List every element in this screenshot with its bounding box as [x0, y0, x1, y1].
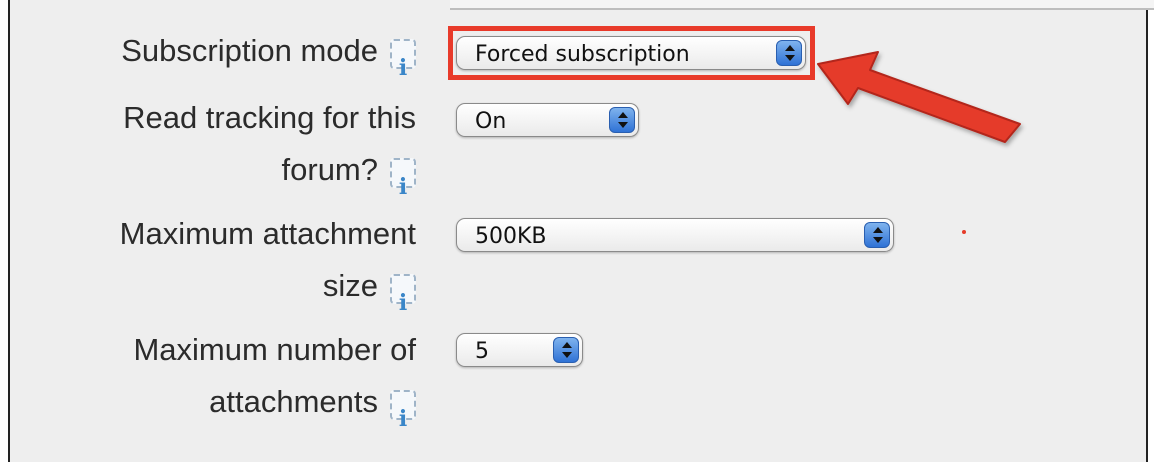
- help-info-icon[interactable]: i: [390, 39, 416, 81]
- max-attachment-size-label: Maximum attachment: [119, 216, 416, 251]
- max-attachments-label: Maximum number of: [133, 332, 416, 367]
- read-tracking-value: On: [475, 109, 507, 134]
- max-attachment-size-value: 500KB: [475, 224, 547, 249]
- max-attachments-label-line2: attachments i: [209, 376, 416, 432]
- read-tracking-label: Read tracking for this: [123, 100, 416, 135]
- panel-top-edge: [450, 0, 1154, 10]
- form-panel: Subscription mode i Forced subscription R…: [8, 0, 1154, 462]
- max-attachments-value: 5: [475, 339, 489, 364]
- help-info-icon[interactable]: i: [390, 274, 416, 316]
- select-arrows-icon: [609, 107, 635, 133]
- select-arrows-icon: [553, 337, 579, 363]
- help-info-icon[interactable]: i: [390, 390, 416, 432]
- max-attachment-size-select[interactable]: 500KB: [456, 218, 894, 252]
- help-info-icon[interactable]: i: [390, 158, 416, 200]
- annotation-highlight-box: [448, 26, 815, 80]
- subscription-mode-label: Subscription mode i: [121, 25, 416, 81]
- select-arrows-icon: [864, 222, 890, 248]
- read-tracking-select[interactable]: On: [456, 103, 639, 137]
- max-attachment-size-label-line2: size i: [323, 260, 416, 316]
- max-attachments-select[interactable]: 5: [456, 333, 583, 367]
- read-tracking-label-line2: forum? i: [282, 144, 416, 200]
